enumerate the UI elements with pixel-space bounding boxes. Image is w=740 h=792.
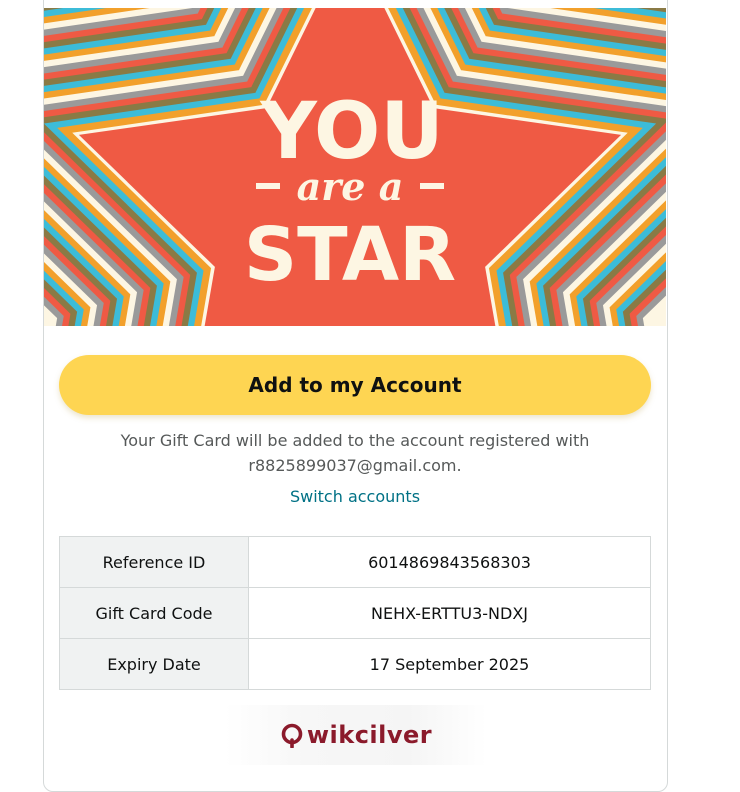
table-row: Gift Card Code NEHX-ERTTU3-NDXJ (59, 587, 651, 639)
qwikcilver-logo: wikcilver (225, 705, 487, 765)
table-row: Expiry Date 17 September 2025 (59, 638, 651, 690)
add-to-account-button[interactable]: Add to my Account (59, 355, 651, 415)
account-note: Your Gift Card will be added to the acco… (59, 428, 651, 478)
account-email: r8825899037@gmail.com. (248, 456, 462, 475)
banner-title-star: STAR (244, 212, 456, 298)
banner-title-are-a: are a (297, 164, 404, 209)
gift-card-code-value: NEHX-ERTTU3-NDXJ (248, 587, 651, 639)
reference-id-value: 6014869843568303 (248, 536, 651, 588)
table-row: Reference ID 6014869843568303 (59, 536, 651, 588)
gift-card-code-label: Gift Card Code (59, 587, 249, 639)
gift-card-details-table: Reference ID 6014869843568303 Gift Card … (59, 536, 651, 690)
reference-id-label: Reference ID (59, 536, 249, 588)
q-logo-icon (281, 723, 303, 748)
gift-card-banner: YOU are a STAR (44, 8, 666, 326)
expiry-date-label: Expiry Date (59, 638, 249, 690)
logo-wordmark: wikcilver (306, 721, 433, 749)
star-banner-image: YOU are a STAR (44, 8, 666, 326)
account-note-line1: Your Gift Card will be added to the acco… (120, 431, 590, 450)
expiry-date-value: 17 September 2025 (248, 638, 651, 690)
switch-accounts-link[interactable]: Switch accounts (59, 487, 651, 506)
